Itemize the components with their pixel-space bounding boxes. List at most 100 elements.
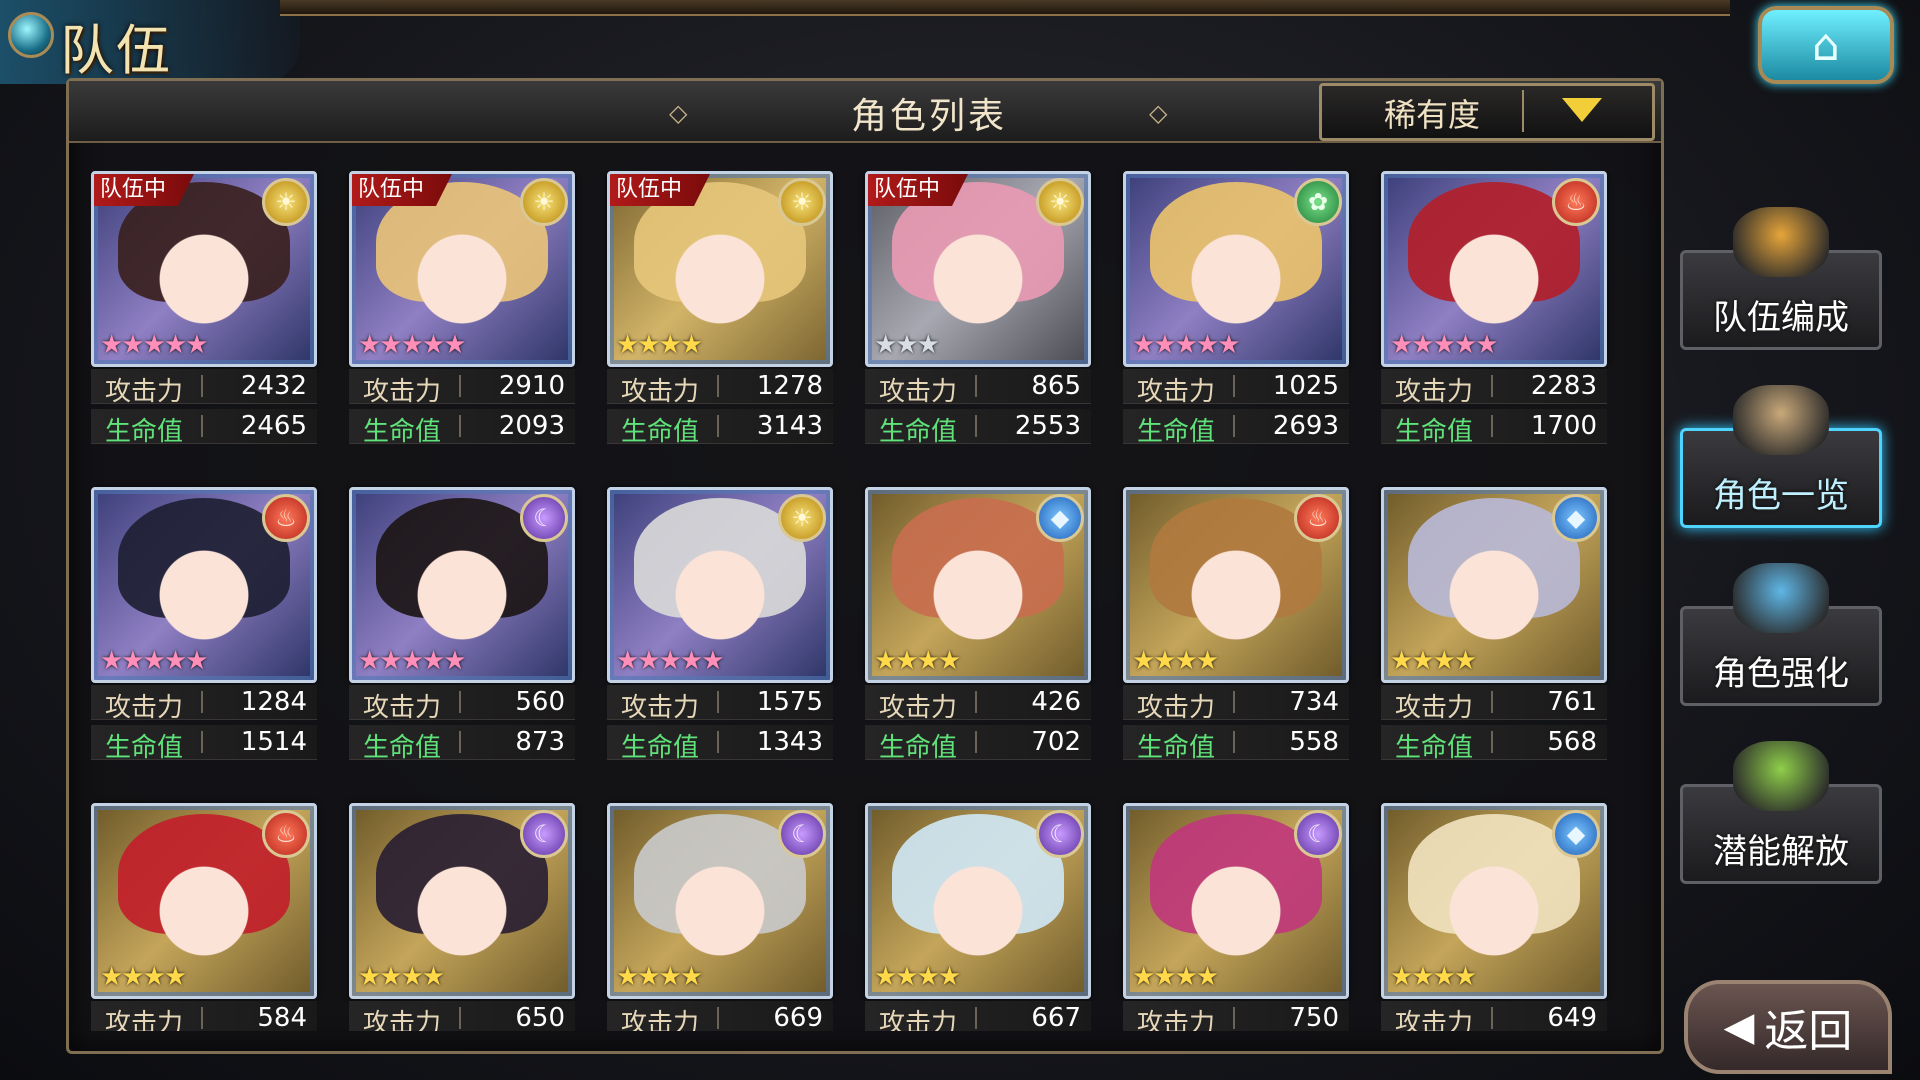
character-portrait[interactable]: ♨ ★★★★★ xyxy=(1381,171,1607,367)
character-portrait[interactable]: ☾ ★★★★ xyxy=(1123,803,1349,999)
character-card[interactable]: ◆ ★★★★ 攻击力 649 xyxy=(1381,803,1607,1031)
character-card[interactable]: ☾ ★★★★ 攻击力 669 xyxy=(607,803,833,1031)
character-card[interactable]: ☾ ★★★★ 攻击力 750 xyxy=(1123,803,1349,1031)
side-menu-book[interactable]: 角色一览 xyxy=(1680,385,1882,528)
stat-divider xyxy=(975,375,977,397)
sort-divider xyxy=(1522,90,1524,132)
moon-element-icon: ☾ xyxy=(1036,810,1084,858)
side-menu-party[interactable]: 队伍编成 xyxy=(1680,207,1882,350)
character-portrait[interactable]: ◆ ★★★★ xyxy=(1381,803,1607,999)
sun-element-icon: ☀ xyxy=(778,494,826,542)
rarity-stars: ★★★★ xyxy=(1390,646,1477,676)
character-card[interactable]: ♨ ★★★★ 攻击力 584 xyxy=(91,803,317,1031)
character-portrait[interactable]: ☾ ★★★★ xyxy=(865,803,1091,999)
chevron-down-icon[interactable] xyxy=(1562,98,1602,122)
side-menu-orb[interactable]: 潜能解放 xyxy=(1680,741,1882,884)
character-portrait[interactable]: 队伍中 ☀ ★★★★ xyxy=(607,171,833,367)
character-portrait[interactable]: ◆ ★★★★ xyxy=(865,487,1091,683)
title-gem-icon xyxy=(8,12,54,58)
character-card[interactable]: ☾ ★★★★★ 攻击力 560 生命值 873 xyxy=(349,487,575,787)
character-face-art xyxy=(660,202,780,342)
character-card[interactable]: ✿ ★★★★★ 攻击力 1025 生命值 2693 xyxy=(1123,171,1349,471)
character-portrait[interactable]: ♨ ★★★★ xyxy=(91,803,317,999)
side-menu-label: 潜能解放 xyxy=(1713,832,1849,872)
character-portrait[interactable]: ✿ ★★★★★ xyxy=(1123,171,1349,367)
moon-element-icon: ☾ xyxy=(520,810,568,858)
attack-label: 攻击力 xyxy=(1137,1009,1216,1031)
character-portrait[interactable]: ◆ ★★★★ xyxy=(1381,487,1607,683)
attack-stat: 攻击力 2432 xyxy=(91,369,317,407)
hp-value: 2093 xyxy=(498,411,565,441)
character-face-art xyxy=(918,834,1038,974)
hp-value: 702 xyxy=(1031,727,1081,757)
attack-value: 650 xyxy=(515,1003,565,1031)
stat-divider xyxy=(975,1007,977,1029)
attack-stat: 攻击力 865 xyxy=(865,369,1091,407)
character-portrait[interactable]: ☾ ★★★★ xyxy=(349,803,575,999)
character-face-art xyxy=(144,202,264,342)
character-card[interactable]: 队伍中 ☀ ★★★ 攻击力 865 生命值 2553 xyxy=(865,171,1091,471)
character-face-art xyxy=(918,202,1038,342)
attack-value: 1575 xyxy=(756,687,823,717)
character-portrait[interactable]: 队伍中 ☀ ★★★ xyxy=(865,171,1091,367)
character-portrait[interactable]: ☀ ★★★★★ xyxy=(607,487,833,683)
character-portrait[interactable]: ♨ ★★★★ xyxy=(1123,487,1349,683)
character-card[interactable]: ☀ ★★★★★ 攻击力 1575 生命值 1343 xyxy=(607,487,833,787)
character-card[interactable]: ◆ ★★★★ 攻击力 761 生命值 568 xyxy=(1381,487,1607,787)
attack-stat: 攻击力 669 xyxy=(607,1001,833,1031)
hp-label: 生命值 xyxy=(363,417,442,447)
stat-divider xyxy=(1233,375,1235,397)
hp-stat: 生命值 568 xyxy=(1381,725,1607,763)
character-card[interactable]: ♨ ★★★★★ 攻击力 1284 生命值 1514 xyxy=(91,487,317,787)
character-face-art xyxy=(1434,518,1554,658)
rarity-stars: ★★★★★ xyxy=(100,646,209,676)
attack-stat: 攻击力 1284 xyxy=(91,685,317,723)
hp-value: 1343 xyxy=(756,727,823,757)
character-list-panel: ◇ 角色列表 ◇ 稀有度 队伍中 ☀ ★★★★★ 攻击力 2432 生命值 2465 队伍中 ☀… xyxy=(66,78,1664,1054)
rarity-stars: ★★★★ xyxy=(616,962,703,992)
moon-element-icon: ☾ xyxy=(1294,810,1342,858)
sort-dropdown[interactable]: 稀有度 xyxy=(1319,83,1655,141)
rarity-stars: ★★★★ xyxy=(616,330,703,360)
stat-divider xyxy=(975,415,977,437)
character-portrait[interactable]: 队伍中 ☀ ★★★★★ xyxy=(349,171,575,367)
rarity-stars: ★★★ xyxy=(874,330,940,360)
home-button[interactable]: ⌂ xyxy=(1758,6,1894,84)
attack-value: 2910 xyxy=(498,371,565,401)
side-menu-crystal[interactable]: 角色强化 xyxy=(1680,563,1882,706)
character-card[interactable]: ☾ ★★★★ 攻击力 650 xyxy=(349,803,575,1031)
character-portrait[interactable]: ♨ ★★★★★ xyxy=(91,487,317,683)
character-portrait[interactable]: 队伍中 ☀ ★★★★★ xyxy=(91,171,317,367)
character-card[interactable]: ☾ ★★★★ 攻击力 667 xyxy=(865,803,1091,1031)
moon-element-icon: ☾ xyxy=(520,494,568,542)
back-button[interactable]: ◀ 返回 xyxy=(1684,980,1892,1074)
hp-label: 生命值 xyxy=(1395,733,1474,763)
character-card[interactable]: 队伍中 ☀ ★★★★ 攻击力 1278 生命值 3143 xyxy=(607,171,833,471)
panel-header: ◇ 角色列表 ◇ 稀有度 xyxy=(69,81,1661,143)
character-card[interactable]: ♨ ★★★★★ 攻击力 2283 生命值 1700 xyxy=(1381,171,1607,471)
character-face-art xyxy=(144,518,264,658)
fire-element-icon: ♨ xyxy=(1294,494,1342,542)
hp-stat: 生命值 1514 xyxy=(91,725,317,763)
attack-label: 攻击力 xyxy=(1137,377,1216,407)
hp-stat: 生命值 3143 xyxy=(607,409,833,447)
attack-label: 攻击力 xyxy=(1395,1009,1474,1031)
rarity-stars: ★★★★ xyxy=(874,646,961,676)
back-label: 返回 xyxy=(1764,1006,1853,1057)
orb-icon xyxy=(1733,741,1829,811)
character-card[interactable]: 队伍中 ☀ ★★★★★ 攻击力 2910 生命值 2093 xyxy=(349,171,575,471)
attack-value: 560 xyxy=(515,687,565,717)
attack-stat: 攻击力 426 xyxy=(865,685,1091,723)
character-card[interactable]: 队伍中 ☀ ★★★★★ 攻击力 2432 生命值 2465 xyxy=(91,171,317,471)
hp-label: 生命值 xyxy=(1137,417,1216,447)
character-face-art xyxy=(660,834,780,974)
attack-label: 攻击力 xyxy=(363,693,442,723)
character-card[interactable]: ♨ ★★★★ 攻击力 734 生命值 558 xyxy=(1123,487,1349,787)
rarity-stars: ★★★★ xyxy=(874,962,961,992)
character-portrait[interactable]: ☾ ★★★★★ xyxy=(349,487,575,683)
attack-label: 攻击力 xyxy=(879,377,958,407)
page-title: 队伍 xyxy=(60,19,172,82)
character-face-art xyxy=(402,518,522,658)
character-portrait[interactable]: ☾ ★★★★ xyxy=(607,803,833,999)
character-card[interactable]: ◆ ★★★★ 攻击力 426 生命值 702 xyxy=(865,487,1091,787)
